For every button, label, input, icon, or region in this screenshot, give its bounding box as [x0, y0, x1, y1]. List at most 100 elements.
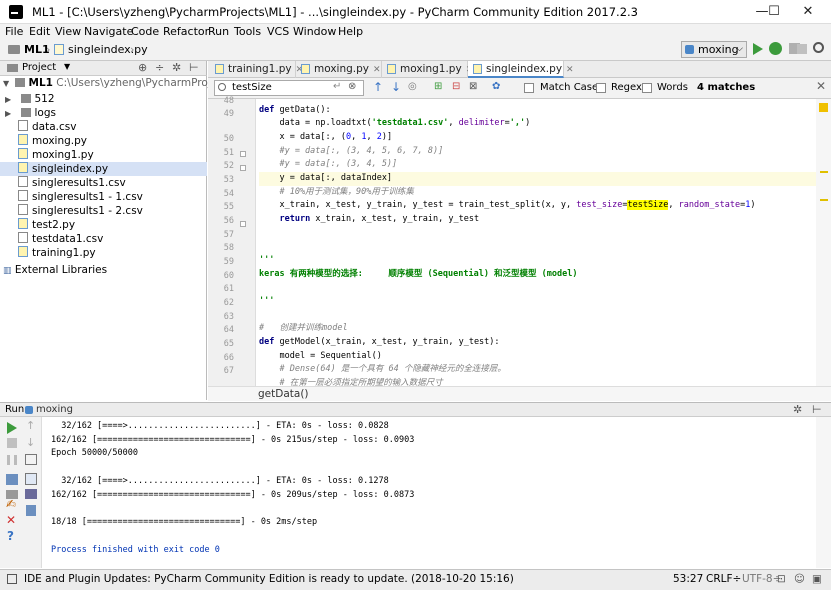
project-header-label[interactable]: Project: [22, 62, 56, 73]
close-run-icon[interactable]: ✕: [6, 513, 16, 527]
csv-file-icon: [18, 231, 28, 243]
add-occurrence-icon[interactable]: ⊞: [434, 81, 442, 92]
line-separator[interactable]: CRLF÷: [706, 570, 741, 588]
find-all-icon[interactable]: ◎: [408, 81, 417, 92]
tree-item-singleresults1-2-csv[interactable]: singleresults1 - 2.csv: [0, 203, 207, 218]
nav-crumb-file[interactable]: singleindex.py: [68, 43, 148, 56]
status-bar: IDE and Plugin Updates: PyCharm Communit…: [0, 569, 831, 590]
hide-icon[interactable]: ⊢: [189, 61, 199, 74]
console-scrollbar[interactable]: [816, 417, 831, 568]
tab-singleindex[interactable]: singleindex.py ✕: [468, 61, 574, 78]
stop-icon[interactable]: [797, 44, 807, 54]
tree-item-external-libraries[interactable]: ▥ External Libraries: [0, 263, 207, 277]
menu-view[interactable]: View: [55, 24, 81, 39]
tree-item-testdata1-csv[interactable]: testdata1.csv: [0, 231, 207, 246]
fold-icon[interactable]: [240, 221, 246, 227]
fold-icon[interactable]: [240, 151, 246, 157]
match-marker[interactable]: [820, 171, 828, 173]
debug-icon[interactable]: [769, 42, 782, 55]
close-button[interactable]: ✕: [793, 0, 823, 24]
arrow-down-icon[interactable]: ↓: [391, 80, 401, 94]
tree-item-folder-logs[interactable]: ▶ logs: [0, 106, 207, 120]
menu-vcs[interactable]: VCS: [267, 24, 289, 39]
file-encoding[interactable]: UTF-8÷: [742, 570, 781, 588]
close-icon[interactable]: ✕: [373, 65, 381, 75]
tab-moxing1[interactable]: moxing1.py✕: [382, 61, 473, 78]
maximize-button[interactable]: ☐: [759, 0, 789, 24]
close-find-icon[interactable]: ✕: [816, 79, 826, 93]
pause-icon[interactable]: [7, 455, 17, 465]
csv-file-icon: [18, 203, 28, 215]
status-toggle-icon[interactable]: [7, 574, 17, 584]
menu-window[interactable]: Window: [293, 24, 336, 39]
arrow-up-icon[interactable]: ↑: [26, 419, 35, 432]
words-checkbox[interactable]: [642, 83, 652, 93]
menu-run[interactable]: Run: [208, 24, 229, 39]
dump-threads-icon[interactable]: [6, 474, 18, 485]
gear-icon[interactable]: ✲: [793, 403, 802, 416]
menu-file[interactable]: File: [5, 24, 23, 39]
hide-icon[interactable]: ⊢: [812, 403, 822, 416]
menu-tools[interactable]: Tools: [234, 24, 261, 39]
search-input[interactable]: testSize ↵ ⊗: [214, 80, 364, 96]
warning-marker-icon: [819, 103, 828, 112]
regex-checkbox[interactable]: [596, 83, 606, 93]
gear-icon[interactable]: ✲: [172, 61, 181, 74]
soft-wrap-icon[interactable]: [25, 454, 37, 465]
python-run-icon: [25, 406, 33, 414]
event-log-icon[interactable]: ▣: [812, 570, 822, 588]
run-config-dropdown[interactable]: moxing ⌵: [681, 41, 747, 58]
select-all-icon[interactable]: ⊠: [469, 81, 477, 92]
trash-icon[interactable]: [26, 505, 36, 516]
tab-moxing[interactable]: moxing.py ✕: [296, 61, 382, 78]
tree-item-data-csv[interactable]: data.csv: [0, 119, 207, 134]
remove-occurrence-icon[interactable]: ⊟: [452, 81, 460, 92]
tree-item-singleresults1-csv[interactable]: singleresults1.csv: [0, 175, 207, 190]
newline-icon[interactable]: ↵: [333, 81, 341, 92]
menu-navigate[interactable]: Navigate: [84, 24, 133, 39]
help-icon[interactable]: ?: [7, 529, 14, 543]
tree-item-training1-py[interactable]: training1.py: [0, 245, 207, 260]
tree-item-test2-py[interactable]: test2.py: [0, 217, 207, 232]
caret-position[interactable]: 53:27: [673, 570, 703, 588]
tree-item-singleindex-py[interactable]: singleindex.py: [0, 161, 207, 176]
run-config-name[interactable]: moxing: [36, 404, 73, 415]
chevron-down-icon[interactable]: ▼: [64, 62, 70, 71]
filter-icon[interactable]: ✿: [492, 81, 500, 92]
match-marker[interactable]: [820, 199, 828, 201]
tree-item-moxing1-py[interactable]: moxing1.py: [0, 147, 207, 162]
tree-item-folder-512[interactable]: ▶ 512: [0, 92, 207, 106]
status-message[interactable]: IDE and Plugin Updates: PyCharm Communit…: [24, 570, 514, 588]
lock-icon[interactable]: ⊡: [777, 570, 786, 588]
collapse-icon[interactable]: ÷: [155, 61, 164, 74]
pin-icon[interactable]: ✍: [6, 497, 16, 511]
code-editor[interactable]: def getData(): data = np.loadtxt('testda…: [256, 99, 816, 386]
line-number: 53: [223, 175, 234, 185]
python-run-icon: [685, 45, 694, 54]
match-case-checkbox[interactable]: [524, 83, 534, 93]
menu-help[interactable]: Help: [338, 24, 363, 39]
close-icon[interactable]: ✕: [566, 65, 574, 75]
editor-scrollbar[interactable]: [816, 99, 831, 386]
tab-training1[interactable]: training1.py ✕: [210, 61, 303, 78]
tree-item-singleresults1-1-csv[interactable]: singleresults1 - 1.csv: [0, 189, 207, 204]
tree-root[interactable]: ▼ ML1 C:\Users\yzheng\PycharmProjects\ML: [0, 76, 251, 90]
sync-icon[interactable]: ⊕: [138, 61, 147, 74]
menu-code[interactable]: Code: [131, 24, 159, 39]
run-icon[interactable]: [753, 43, 763, 55]
arrow-down-icon[interactable]: ↓: [26, 436, 35, 449]
rerun-icon[interactable]: [7, 422, 17, 434]
scroll-end-icon[interactable]: [25, 473, 37, 485]
menu-refactor[interactable]: Refactor: [163, 24, 209, 39]
print-icon[interactable]: [25, 489, 37, 499]
editor-breadcrumb[interactable]: getData(): [208, 386, 831, 401]
search-everywhere-icon[interactable]: [813, 42, 824, 53]
stop-icon[interactable]: [7, 438, 17, 448]
tree-item-moxing-py[interactable]: moxing.py: [0, 133, 207, 148]
inspector-icon[interactable]: ☺: [794, 570, 805, 588]
clear-icon[interactable]: ⊗: [348, 81, 356, 92]
run-console[interactable]: 32/162 [====>.........................] …: [42, 417, 816, 568]
fold-icon[interactable]: [240, 165, 246, 171]
arrow-up-icon[interactable]: ↑: [373, 80, 383, 94]
menu-edit[interactable]: Edit: [29, 24, 50, 39]
